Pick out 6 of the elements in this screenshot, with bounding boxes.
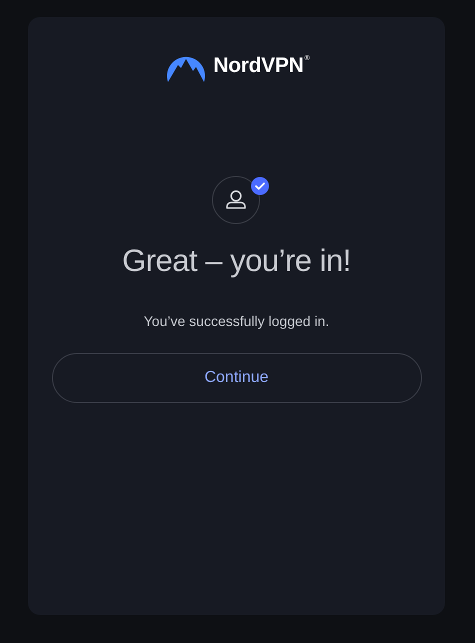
success-message: You’ve successfully logged in. <box>144 313 330 329</box>
user-icon <box>210 175 260 225</box>
success-heading: Great – you’re in! <box>122 243 351 279</box>
continue-button[interactable]: Continue <box>52 353 422 403</box>
brand-name: NordVPN <box>213 54 304 78</box>
check-badge-icon <box>250 177 268 195</box>
